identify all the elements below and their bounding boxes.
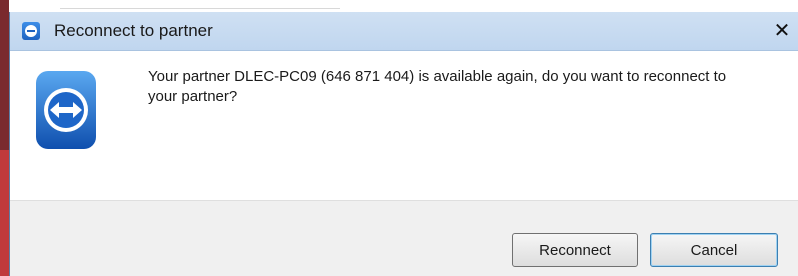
dialog-titlebar[interactable]: Reconnect to partner ✕	[10, 12, 798, 51]
dialog-content: Your partner DLEC-PC09 (646 871 404) is …	[10, 51, 798, 211]
background-divider	[60, 8, 340, 9]
background-window-strip	[0, 0, 798, 12]
background-window-edge-red	[0, 150, 9, 276]
close-button[interactable]: ✕	[771, 20, 793, 42]
screen: Reconnect to partner ✕ Your partner DLEC…	[0, 0, 798, 276]
dialog-footer: Reconnect Cancel	[10, 200, 798, 276]
teamviewer-logo-icon	[36, 71, 96, 149]
reconnect-button[interactable]: Reconnect	[512, 233, 638, 267]
cancel-button[interactable]: Cancel	[650, 233, 778, 267]
teamviewer-icon	[22, 22, 40, 40]
dialog-title: Reconnect to partner	[54, 21, 213, 40]
dialog-message: Your partner DLEC-PC09 (646 871 404) is …	[148, 68, 727, 105]
background-window-edge	[0, 0, 9, 276]
reconnect-dialog: Reconnect to partner ✕ Your partner DLEC…	[9, 12, 798, 276]
